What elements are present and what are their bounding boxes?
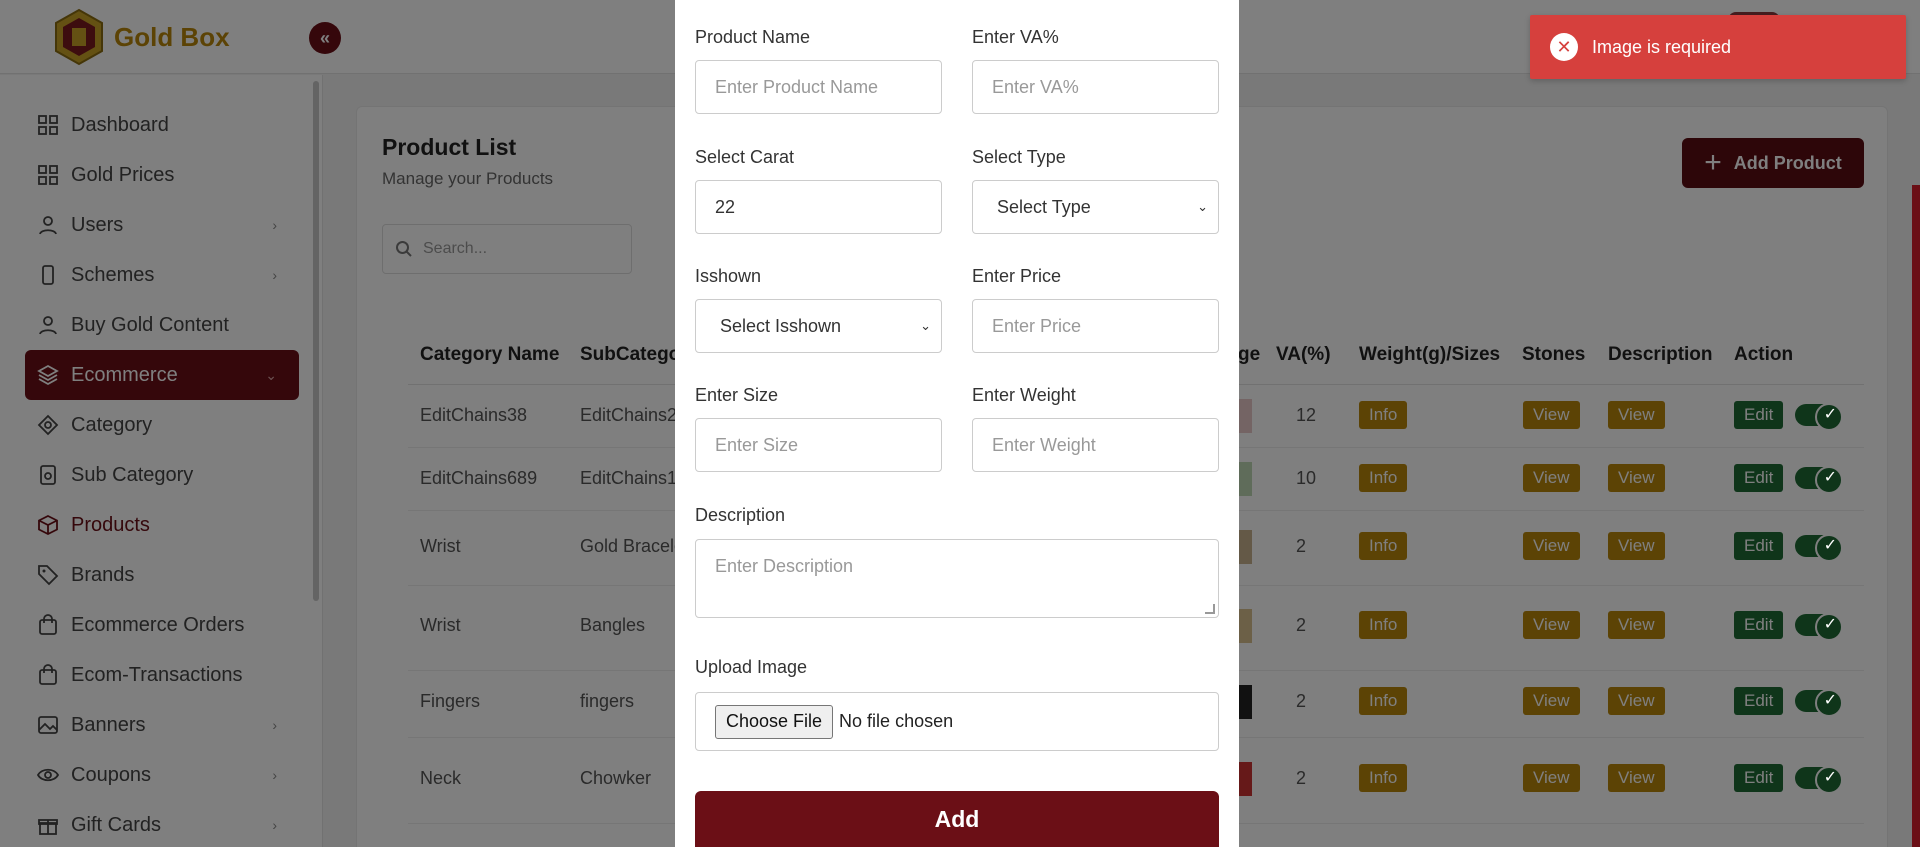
image-file-input: Choose File No file chosen <box>695 692 1219 751</box>
check-icon: ✓ <box>1823 769 1837 786</box>
resize-handle-icon[interactable] <box>1205 604 1215 614</box>
upload-label: Upload Image <box>695 657 808 677</box>
choose-file-button[interactable]: Choose File <box>715 704 834 739</box>
file-status: No file chosen <box>839 711 954 731</box>
isshown-label: Isshown <box>695 266 762 286</box>
carat-field[interactable]: 22 <box>695 180 942 234</box>
type-select[interactable]: Select Type ⌄ <box>972 180 1219 234</box>
va-field[interactable]: Enter VA% <box>972 60 1219 114</box>
add-submit-button[interactable]: Add <box>695 791 1219 847</box>
size-label: Enter Size <box>695 385 779 405</box>
description-placeholder: Enter Description <box>715 556 854 576</box>
price-label: Enter Price <box>972 266 1062 286</box>
price-placeholder: Enter Price <box>992 315 1082 336</box>
size-placeholder: Enter Size <box>715 434 799 455</box>
check-icon: ✓ <box>1823 692 1837 709</box>
va-placeholder: Enter VA% <box>992 76 1079 97</box>
isshown-selected: Select Isshown <box>720 315 842 336</box>
weight-field[interactable]: Enter Weight <box>972 418 1219 472</box>
check-icon: ✓ <box>1823 537 1837 554</box>
weight-placeholder: Enter Weight <box>992 434 1096 455</box>
page-scrollbar[interactable] <box>1912 185 1920 847</box>
chevron-down-icon: ⌄ <box>1197 199 1208 214</box>
isshown-select[interactable]: Select Isshown ⌄ <box>695 299 942 353</box>
type-selected: Select Type <box>997 196 1091 217</box>
chevron-down-icon: ⌄ <box>920 318 931 333</box>
toast-message: Image is required <box>1592 36 1732 57</box>
error-toast[interactable]: ✕ Image is required <box>1530 15 1906 79</box>
error-icon: ✕ <box>1550 33 1578 61</box>
price-field[interactable]: Enter Price <box>972 299 1219 353</box>
check-icon: ✓ <box>1823 406 1837 423</box>
va-label: Enter VA% <box>972 27 1059 47</box>
product-name-placeholder: Enter Product Name <box>715 76 879 97</box>
carat-value: 22 <box>715 196 736 217</box>
product-name-label: Product Name <box>695 27 811 47</box>
description-textarea[interactable]: Enter Description <box>695 539 1219 618</box>
check-icon: ✓ <box>1823 616 1837 633</box>
type-label: Select Type <box>972 147 1066 167</box>
size-field[interactable]: Enter Size <box>695 418 942 472</box>
weight-label: Enter Weight <box>972 385 1076 405</box>
carat-label: Select Carat <box>695 147 795 167</box>
product-name-field[interactable]: Enter Product Name <box>695 60 942 114</box>
check-icon: ✓ <box>1823 469 1837 486</box>
description-label: Description <box>695 505 786 525</box>
